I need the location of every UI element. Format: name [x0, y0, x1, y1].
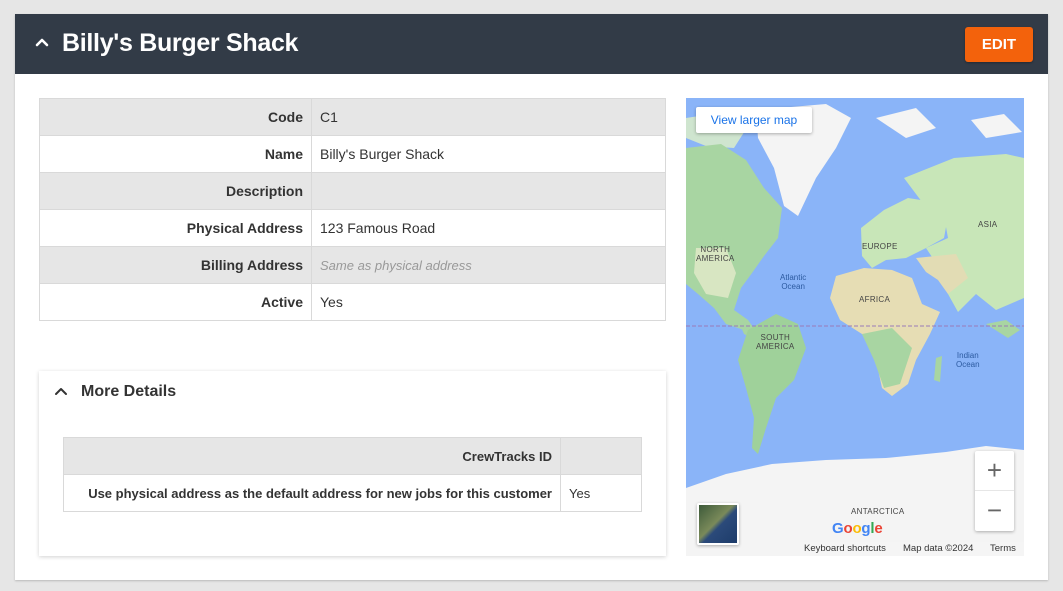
north-america-label: NORTH AMERICA [696, 245, 735, 263]
crewtracks-id-label: CrewTracks ID [63, 437, 561, 475]
zoom-in-button[interactable]: + [975, 451, 1014, 491]
table-row: Billing Address Same as physical address [39, 246, 666, 284]
crewtracks-id-value [560, 437, 642, 475]
more-details-panel: More Details CrewTracks ID Use physical … [39, 371, 666, 556]
code-value: C1 [311, 98, 666, 136]
satellite-toggle-button[interactable] [697, 503, 739, 545]
edit-button[interactable]: EDIT [965, 27, 1033, 62]
zoom-control: + − [975, 451, 1014, 531]
chevron-up-icon[interactable] [54, 384, 68, 398]
map-embed[interactable]: NORTH AMERICA SOUTH AMERICA EUROPE AFRIC… [686, 98, 1024, 556]
view-larger-map-link[interactable]: View larger map [696, 107, 812, 133]
google-logo: Google [832, 520, 883, 537]
customer-info-table: Code C1 Name Billy's Burger Shack Descri… [39, 98, 666, 321]
code-label: Code [39, 98, 312, 136]
more-details-table: CrewTracks ID Use physical address as th… [63, 437, 642, 512]
name-label: Name [39, 135, 312, 173]
more-details-header[interactable]: More Details [39, 371, 666, 413]
south-america-label-line: SOUTH [760, 333, 791, 342]
north-america-label-line: AMERICA [696, 254, 735, 263]
atlantic-label-line: Atlantic [780, 273, 807, 282]
table-row: Use physical address as the default addr… [63, 474, 642, 512]
name-value: Billy's Burger Shack [311, 135, 666, 173]
terms-link[interactable]: Terms [990, 543, 1016, 554]
keyboard-shortcuts-link[interactable]: Keyboard shortcuts [804, 543, 886, 554]
table-row: CrewTracks ID [63, 437, 642, 475]
south-america-label: SOUTH AMERICA [756, 333, 795, 351]
atlantic-label-line: Ocean [781, 282, 805, 291]
billing-address-label: Billing Address [39, 246, 312, 284]
africa-label: AFRICA [859, 295, 891, 304]
atlantic-ocean-label: Atlantic Ocean [780, 273, 806, 291]
customer-card: Billy's Burger Shack EDIT Code C1 Name B… [15, 14, 1048, 580]
table-row: Description [39, 172, 666, 210]
indian-label-line: Indian [956, 351, 979, 360]
description-label: Description [39, 172, 312, 210]
table-row: Code C1 [39, 98, 666, 136]
asia-label: ASIA [978, 220, 998, 229]
north-america-label-line: NORTH [700, 245, 731, 254]
europe-label: EUROPE [862, 242, 898, 251]
default-address-label: Use physical address as the default addr… [63, 474, 561, 512]
south-america-label-line: AMERICA [756, 342, 795, 351]
map-attribution: Keyboard shortcuts Map data ©2024 Terms [800, 542, 1024, 556]
map-data-text: Map data ©2024 [903, 543, 974, 554]
table-row: Physical Address 123 Famous Road [39, 209, 666, 247]
billing-address-value: Same as physical address [311, 246, 666, 284]
active-label: Active [39, 283, 312, 321]
table-row: Name Billy's Burger Shack [39, 135, 666, 173]
physical-address-value: 123 Famous Road [311, 209, 666, 247]
physical-address-label: Physical Address [39, 209, 312, 247]
page-title: Billy's Burger Shack [62, 29, 299, 57]
world-map[interactable] [686, 98, 1024, 556]
indian-ocean-label: Indian Ocean [956, 351, 980, 369]
description-value [311, 172, 666, 210]
chevron-up-icon[interactable] [32, 32, 52, 52]
zoom-out-button[interactable]: − [975, 491, 1014, 531]
antarctica-label: ANTARCTICA [851, 507, 905, 516]
table-row: Active Yes [39, 283, 666, 321]
more-details-title: More Details [81, 383, 177, 400]
indian-label-line: Ocean [956, 360, 980, 369]
default-address-value: Yes [560, 474, 642, 512]
card-header: Billy's Burger Shack EDIT [15, 14, 1048, 74]
active-value: Yes [311, 283, 666, 321]
